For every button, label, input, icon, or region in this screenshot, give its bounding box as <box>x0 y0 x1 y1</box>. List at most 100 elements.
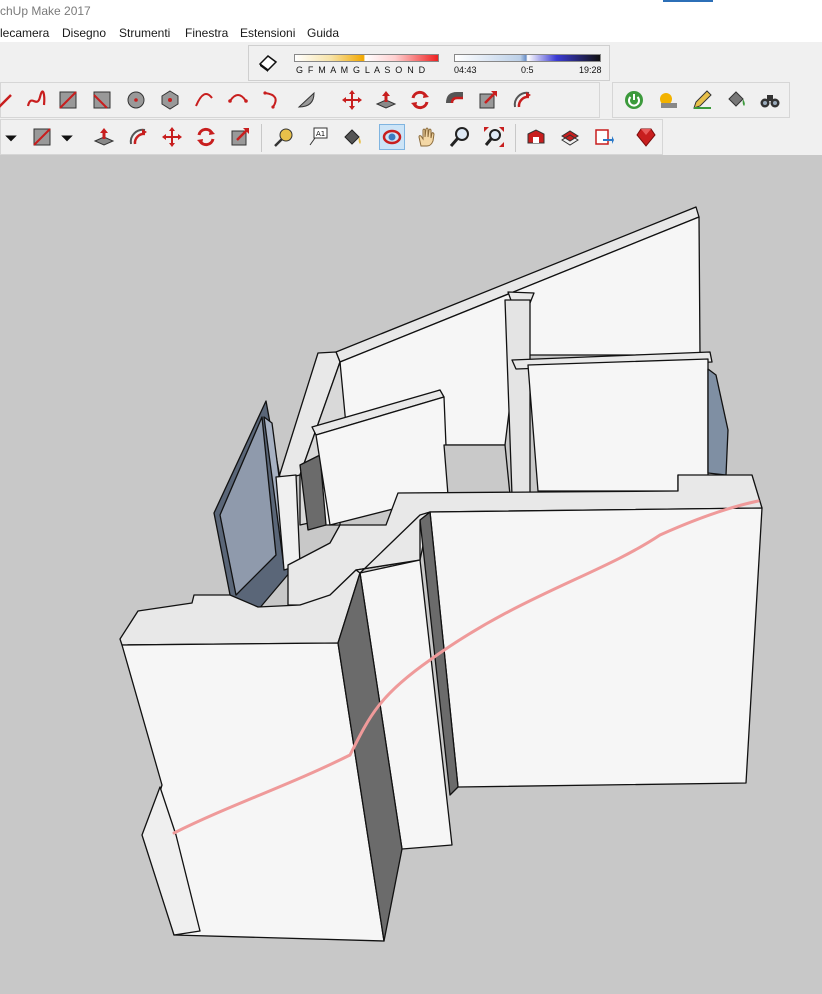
large-toolset-toolbar: A1 <box>0 119 663 155</box>
month-slider[interactable] <box>294 54 439 62</box>
push-pull-icon <box>375 91 397 109</box>
rotate-tool[interactable] <box>407 87 433 113</box>
rotate-tool-2[interactable] <box>193 124 219 150</box>
orbit-tool[interactable] <box>379 124 405 150</box>
text-tool[interactable]: A1 <box>305 124 331 150</box>
freehand-curve-tool[interactable] <box>23 87 49 113</box>
pencil-style-icon <box>693 90 712 109</box>
time-slider[interactable] <box>454 54 601 62</box>
pie-icon <box>297 91 315 108</box>
scale-tool-2[interactable] <box>227 124 253 150</box>
rotate-icon <box>197 127 215 147</box>
rectangle-icon <box>59 91 77 109</box>
style-edit-button[interactable] <box>689 87 715 113</box>
follow-me-icon <box>129 128 147 145</box>
right-room-glass <box>707 368 729 476</box>
ruby-icon <box>636 128 656 147</box>
shadow-toggle-button[interactable] <box>255 50 281 76</box>
circle-tool[interactable] <box>123 87 149 113</box>
push-pull-tool[interactable] <box>373 87 399 113</box>
window-title: chUp Make 2017 <box>0 4 91 18</box>
arc-tool[interactable] <box>191 87 217 113</box>
rectangle-tool[interactable] <box>55 87 81 113</box>
toolbar-separator <box>515 124 516 152</box>
shadow-sun-icon <box>660 93 677 108</box>
right-room-face <box>527 358 709 492</box>
follow-me-icon <box>446 92 463 104</box>
move-icon <box>162 127 182 147</box>
offset-tool[interactable] <box>509 87 535 113</box>
menu-help[interactable]: Guida <box>307 26 339 40</box>
rotated-rectangle-icon <box>93 91 111 109</box>
menu-window[interactable]: Finestra <box>185 26 228 40</box>
two-point-arc-tool[interactable] <box>225 87 251 113</box>
window-accent <box>663 0 713 2</box>
rectangle-tool-2[interactable] <box>29 124 55 150</box>
two-point-arc-icon <box>228 94 248 103</box>
binoculars-icon <box>760 95 780 108</box>
time-end-label: 19:28 <box>579 65 602 75</box>
model-canvas[interactable] <box>0 155 822 994</box>
menu-tools[interactable]: Strumenti <box>119 26 170 40</box>
title-bar: chUp Make 2017 <box>0 0 822 22</box>
pie-tool[interactable] <box>293 87 319 113</box>
push-pull-tool-2[interactable] <box>91 124 117 150</box>
scale-tool[interactable] <box>475 87 501 113</box>
power-icon <box>625 91 643 109</box>
materials-button[interactable] <box>723 87 749 113</box>
menu-extensions[interactable]: Estensioni <box>240 26 295 40</box>
orbit-icon <box>382 129 402 145</box>
rotated-rectangle-tool[interactable] <box>89 87 115 113</box>
three-point-arc-icon <box>263 91 277 109</box>
arc-icon <box>195 92 213 107</box>
paint-bucket-icon <box>728 91 745 107</box>
pan-icon <box>418 127 435 147</box>
shadow-settings-toolbar: G F M A M G L A S O N D 04:43 0:5 19:28 <box>248 45 610 81</box>
model-viewport[interactable] <box>0 155 822 994</box>
move-icon <box>342 90 362 110</box>
warehouse-button[interactable] <box>523 124 549 150</box>
follow-me-tool[interactable] <box>441 87 467 113</box>
warehouse-icon <box>527 129 545 144</box>
extension-warehouse-icon <box>595 129 614 145</box>
binoculars-button[interactable] <box>757 87 783 113</box>
pan-tool[interactable] <box>413 124 439 150</box>
text-label-icon: A1 <box>309 127 328 146</box>
extension-warehouse-button[interactable] <box>591 124 617 150</box>
zoom-extents-icon <box>484 127 504 147</box>
offset-icon <box>513 91 531 108</box>
circle-icon <box>127 91 145 109</box>
move-tool-2[interactable] <box>159 124 185 150</box>
freehand-line-tool[interactable] <box>0 87 19 113</box>
paint-bucket-icon <box>344 129 361 145</box>
follow-me-tool-2[interactable] <box>125 124 151 150</box>
share-model-button[interactable] <box>557 124 583 150</box>
move-tool[interactable] <box>339 87 365 113</box>
menu-draw[interactable]: Disegno <box>62 26 106 40</box>
zoom-extents-tool[interactable] <box>481 124 507 150</box>
draw-dropdown[interactable] <box>3 124 19 150</box>
right-block-face <box>429 507 763 788</box>
three-point-arc-tool[interactable] <box>259 87 285 113</box>
menu-camera[interactable]: lecamera <box>0 26 49 40</box>
rotate-icon <box>411 90 429 110</box>
scale-icon <box>231 128 249 146</box>
freehand-line-icon <box>0 94 12 108</box>
push-pull-icon <box>93 128 115 146</box>
drawing-toolbar <box>0 82 600 118</box>
ruby-console-button[interactable] <box>633 124 659 150</box>
shadows-button[interactable] <box>655 87 681 113</box>
paint-bucket-tool[interactable] <box>339 124 365 150</box>
shape-dropdown[interactable] <box>59 124 75 150</box>
styles-toolbar <box>612 82 790 118</box>
dropdown-icon <box>61 135 73 142</box>
dropdown-icon <box>5 135 17 142</box>
time-start-label: 04:43 <box>454 65 477 75</box>
tape-measure-tool[interactable] <box>271 124 297 150</box>
polygon-icon <box>161 90 179 110</box>
polygon-tool[interactable] <box>157 87 183 113</box>
toolbar-separator <box>261 124 262 152</box>
zoom-tool[interactable] <box>447 124 473 150</box>
zoom-icon <box>449 127 469 147</box>
power-button[interactable] <box>621 87 647 113</box>
